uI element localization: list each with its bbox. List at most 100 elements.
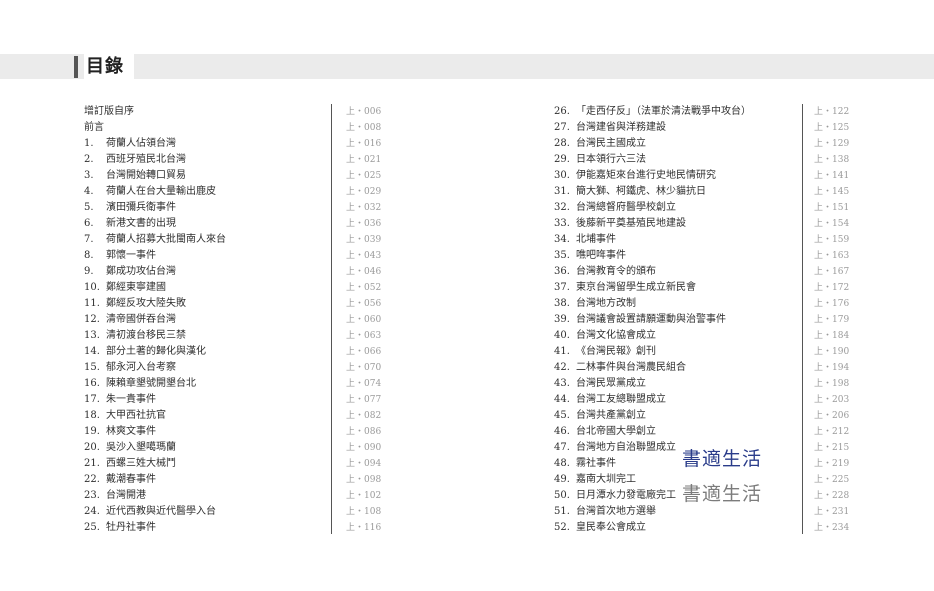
toc-entry-page: 上・212 [814, 427, 850, 437]
toc-entry-title: 近代西教與近代醫學入台 [106, 506, 216, 517]
toc-entry-number: 30. [554, 170, 570, 181]
toc-entry-page: 上・066 [346, 347, 382, 357]
toc-entry-title: 清帝國併吞台灣 [106, 314, 176, 325]
toc-entry-title: 台灣民主國成立 [576, 138, 646, 149]
toc-entry-number: 23. [84, 490, 100, 501]
toc-entry-number: 16. [84, 378, 100, 389]
toc-entry-number: 21. [84, 458, 100, 469]
toc-entry-number: 28. [554, 138, 570, 149]
toc-entry-number: 52. [554, 522, 570, 533]
toc-entry-title: 東京台灣留學生成立新民會 [576, 282, 696, 293]
toc-entry-title: 台灣首次地方選舉 [576, 506, 656, 517]
toc-entry-page: 上・108 [346, 507, 382, 517]
toc-entry-title: 霧社事件 [576, 458, 616, 469]
toc-entry-title: 朱一貴事件 [106, 394, 156, 405]
toc-entry-page: 上・008 [346, 123, 382, 133]
toc-entry-page: 上・082 [346, 411, 382, 421]
toc-entry-title: 噍吧哖事件 [576, 250, 626, 261]
toc-entry-number: 7. [84, 234, 94, 245]
toc-entry-number: 47. [554, 442, 570, 453]
toc-entry-title: 台灣共產黨創立 [576, 410, 646, 421]
toc-entry-title: 大甲西社抗官 [106, 410, 166, 421]
toc-entry-title: 荷蘭人佔領台灣 [106, 138, 176, 149]
toc-entry-number: 24. [84, 506, 100, 517]
toc-entry-title: 台灣開港 [106, 490, 146, 501]
toc-entry-number: 20. [84, 442, 100, 453]
toc-entry-title: 台灣總督府醫學校創立 [576, 202, 676, 213]
toc-entry-title: 皇民奉公會成立 [576, 522, 646, 533]
toc-entry-title: 部分土著的歸化與漢化 [106, 346, 206, 357]
toc-entry-page: 上・116 [346, 523, 382, 533]
toc-entry-title: 台灣文化協會成立 [576, 330, 656, 341]
toc-entry-page: 上・016 [346, 139, 382, 149]
toc-entry-number: 42. [554, 362, 570, 373]
toc-entry-page: 上・074 [346, 379, 382, 389]
toc-entry-number: 4. [84, 186, 94, 197]
toc-entry-number: 48. [554, 458, 570, 469]
toc-entry-number: 11. [84, 298, 100, 309]
toc-entry-title: 二林事件與台灣農民組合 [576, 362, 686, 373]
watermark-primary: 書適生活 [682, 448, 763, 470]
toc-entry-number: 2. [84, 154, 94, 165]
toc-entry-page: 上・231 [814, 507, 850, 517]
toc-entry-title: 濱田彌兵衛事件 [106, 202, 176, 213]
toc-entry-number: 40. [554, 330, 570, 341]
toc-entry-page: 上・052 [346, 283, 382, 293]
toc-entry-page: 上・070 [346, 363, 382, 373]
toc-entry-title: 陳賴章墾號開墾台北 [106, 378, 196, 389]
title-band [0, 54, 934, 79]
toc-entry-number: 44. [554, 394, 570, 405]
toc-entry-title: 荷蘭人在台大量輸出鹿皮 [106, 186, 216, 197]
toc-entry-title: 郭懷一事件 [106, 250, 156, 261]
toc-entry-page: 上・198 [814, 379, 850, 389]
toc-entry-page: 上・046 [346, 267, 382, 277]
toc-entry-title: 牡丹社事件 [106, 522, 156, 533]
toc-entry-title: 簡大獅、柯鐵虎、林少貓抗日 [576, 186, 706, 197]
toc-entry-title: 荷蘭人招募大批閩南人來台 [106, 234, 226, 245]
toc-entry-title: 台灣議會設置請願運動與治警事件 [576, 314, 726, 325]
toc-entry-title: 鄭經反攻大陸失敗 [106, 298, 186, 309]
toc-entry-number: 6. [84, 218, 94, 229]
toc-entry-title: 鄭成功攻佔台灣 [106, 266, 176, 277]
toc-entry-page: 上・025 [346, 171, 382, 181]
toc-entry-title: 台北帝國大學創立 [576, 426, 656, 437]
toc-entry-number: 51. [554, 506, 570, 517]
toc-entry-page: 上・098 [346, 475, 382, 485]
toc-entry-page: 上・060 [346, 315, 382, 325]
toc-entry-number: 38. [554, 298, 570, 309]
toc-entry-title: 台灣地方改制 [576, 298, 636, 309]
toc-entry-page: 上・006 [346, 107, 382, 117]
toc-entry-title: 郁永河入台考察 [106, 362, 176, 373]
toc-entry-page: 上・179 [814, 315, 850, 325]
toc-entry-title: 鄭經東寧建國 [106, 282, 166, 293]
toc-entry-page: 上・215 [814, 443, 850, 453]
toc-entry-title: 後藤新平奠基殖民地建設 [576, 218, 686, 229]
toc-entry-number: 46. [554, 426, 570, 437]
toc-entry-page: 上・063 [346, 331, 382, 341]
toc-entry-title: 日月潭水力發電廠完工 [576, 490, 676, 501]
toc-entry-page: 上・043 [346, 251, 382, 261]
toc-entry-page: 上・167 [814, 267, 850, 277]
page-title: 目錄 [84, 53, 134, 80]
left-column-divider [331, 104, 332, 534]
toc-entry-page: 上・056 [346, 299, 382, 309]
toc-entry-page: 上・225 [814, 475, 850, 485]
toc-entry-number: 22. [84, 474, 100, 485]
toc-entry-page: 上・203 [814, 395, 850, 405]
toc-entry-number: 13. [84, 330, 100, 341]
toc-entry-page: 上・234 [814, 523, 850, 533]
toc-entry-title: 新港文書的出現 [106, 218, 176, 229]
right-column-divider [802, 104, 803, 534]
toc-entry-number: 10. [84, 282, 100, 293]
toc-entry-title: 前言 [84, 122, 104, 133]
toc-entry-page: 上・021 [346, 155, 382, 165]
toc-entry-title: 北埔事件 [576, 234, 616, 245]
toc-entry-title: 戴潮春事件 [106, 474, 156, 485]
toc-entry-page: 上・159 [814, 235, 850, 245]
toc-entry-number: 14. [84, 346, 100, 357]
toc-entry-number: 17. [84, 394, 100, 405]
title-accent-bar [74, 56, 78, 78]
toc-entry-page: 上・138 [814, 155, 850, 165]
toc-entry-number: 25. [84, 522, 100, 533]
toc-entry-page: 上・172 [814, 283, 850, 293]
